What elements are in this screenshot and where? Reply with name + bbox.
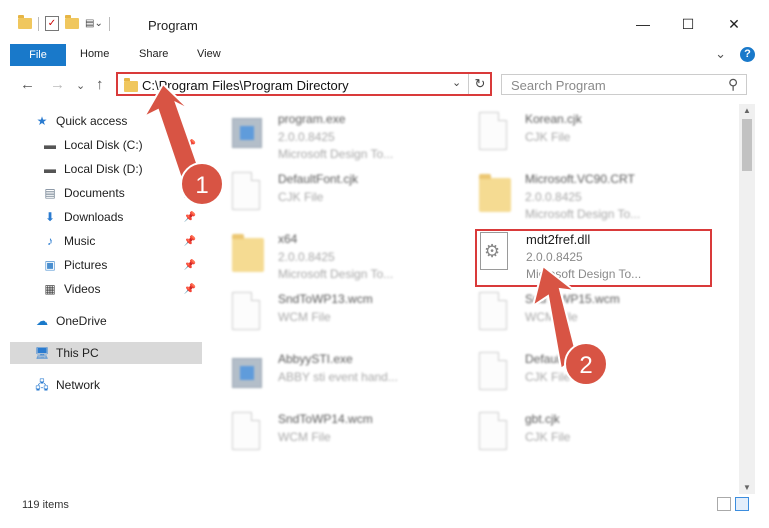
large-icons-view-button[interactable] — [735, 497, 749, 511]
details-view-button[interactable] — [717, 497, 731, 511]
item-count: 119 items — [22, 499, 69, 511]
step-badge-1: 1 — [180, 162, 224, 206]
step-badge-2: 2 — [564, 342, 608, 386]
status-bar: 119 items — [0, 494, 769, 528]
annotation-arrows — [141, 82, 579, 371]
